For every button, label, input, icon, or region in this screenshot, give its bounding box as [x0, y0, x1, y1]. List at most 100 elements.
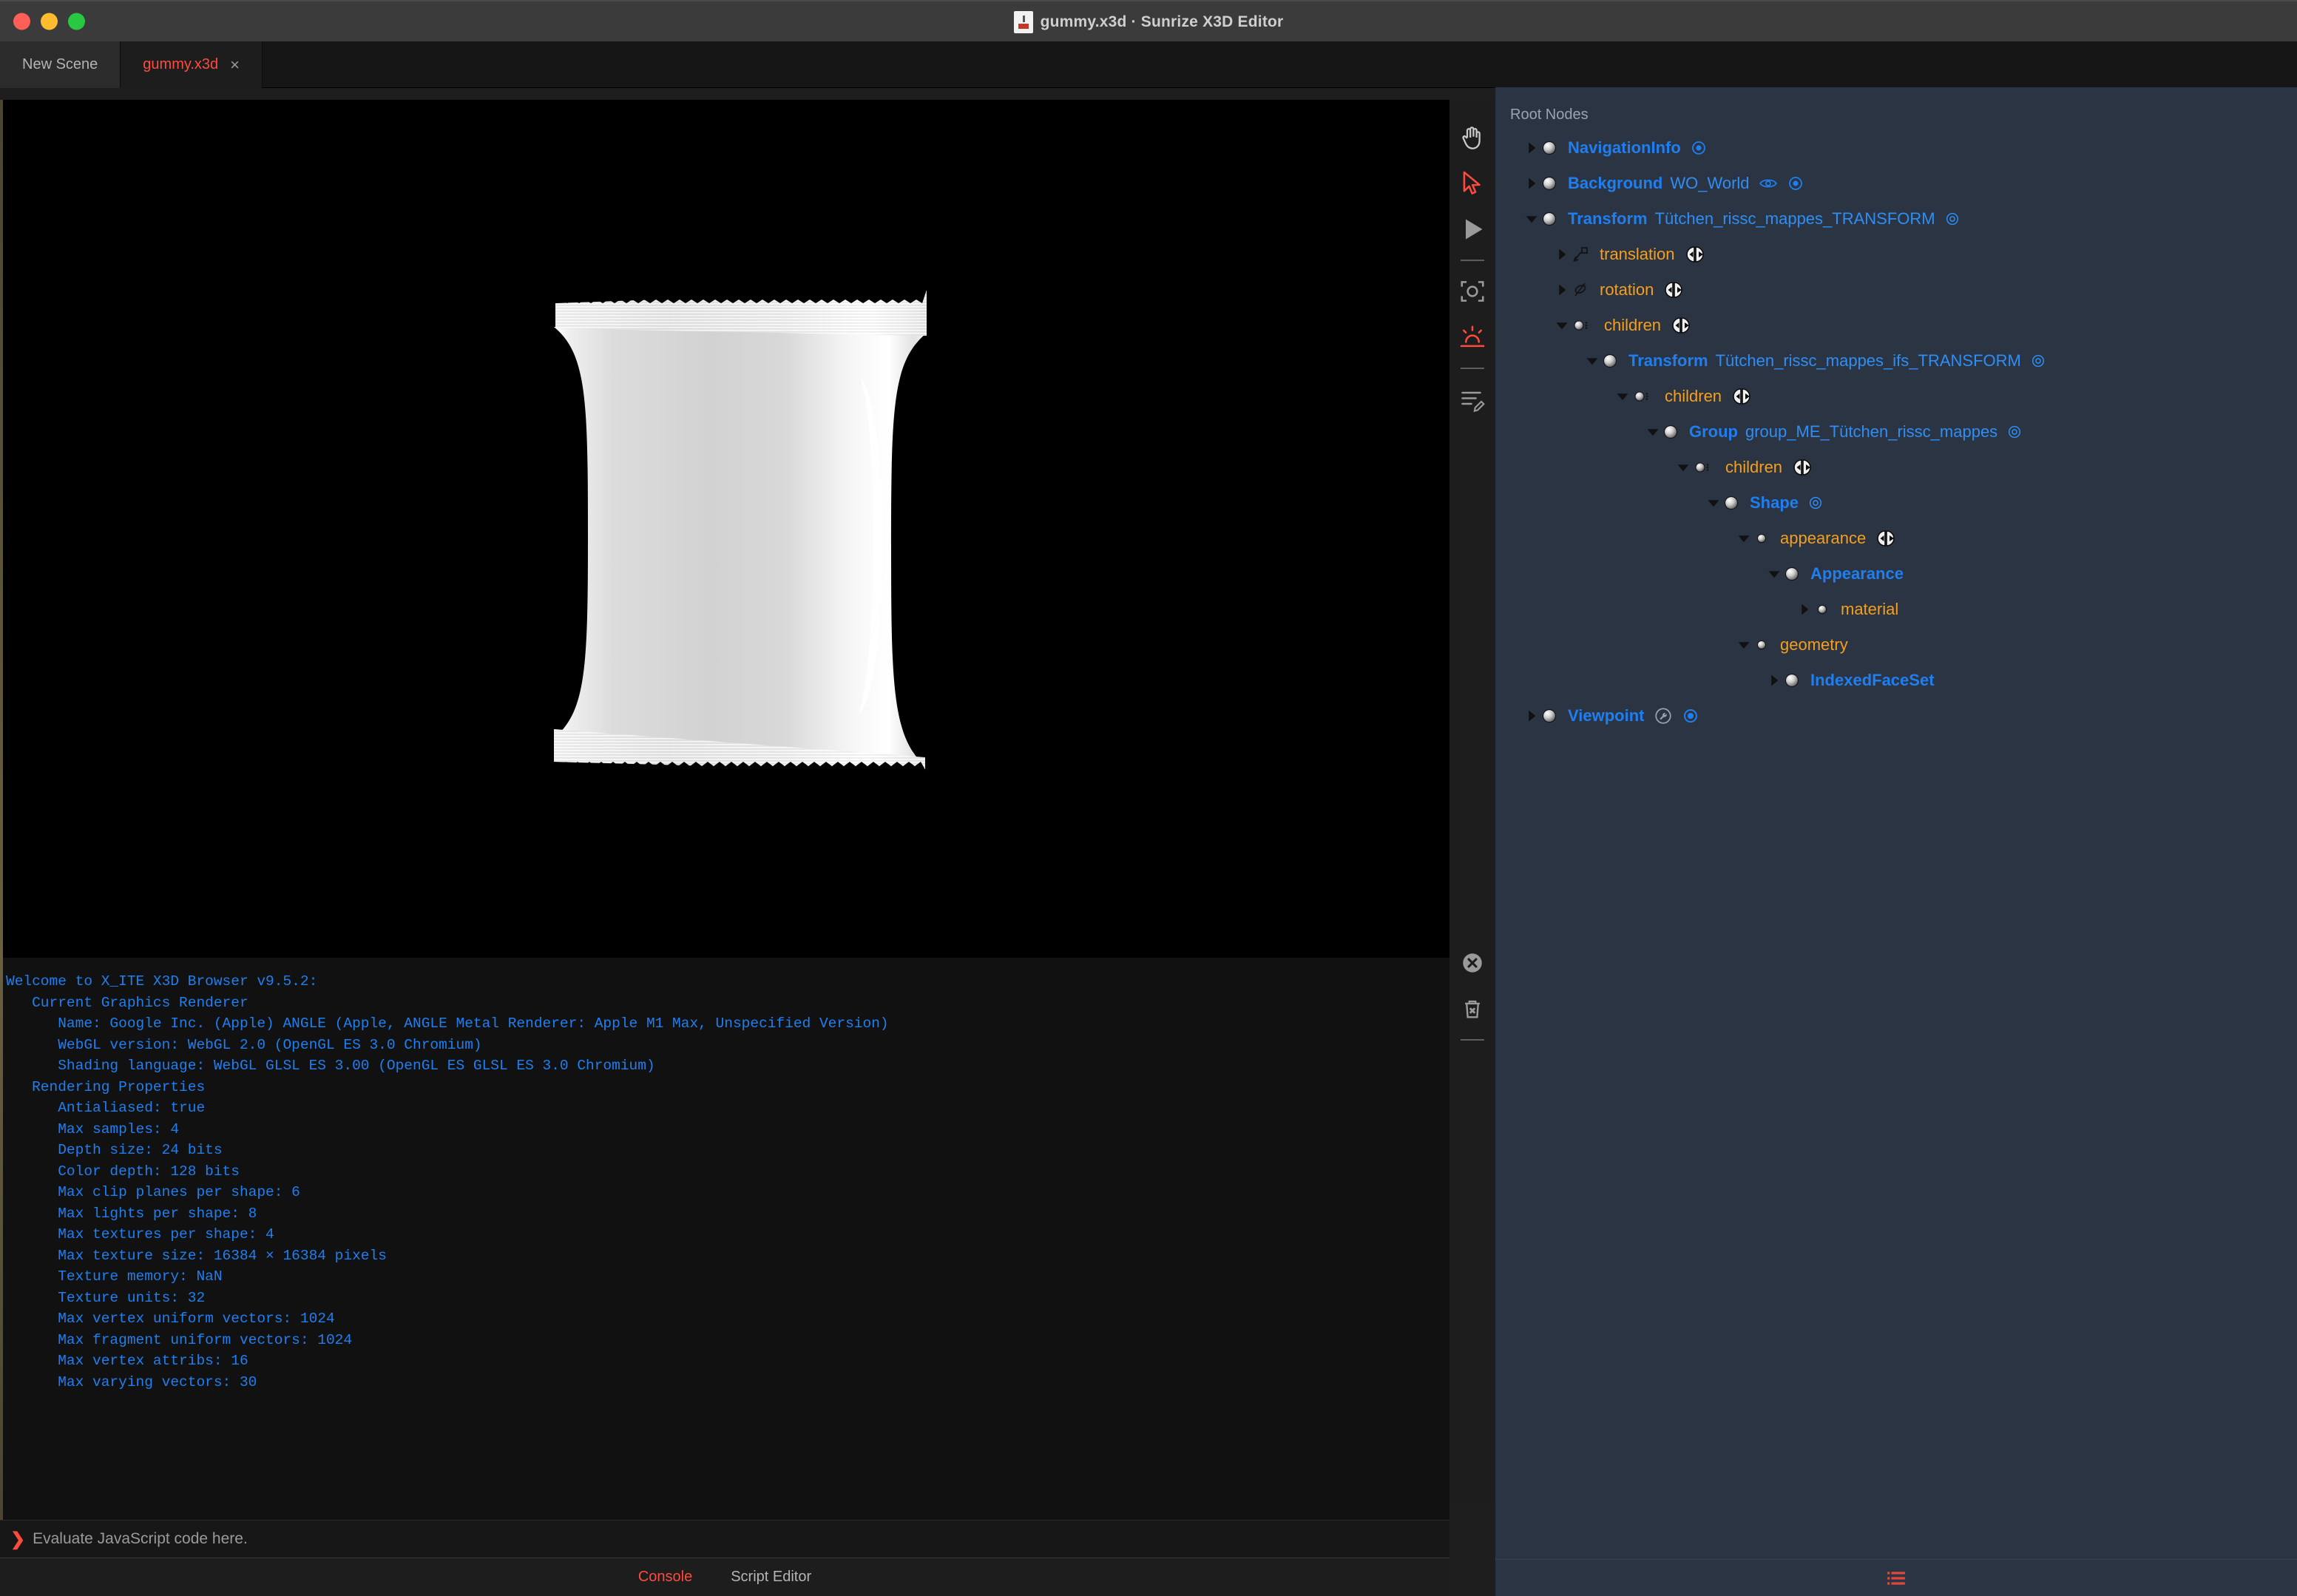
tab-new-scene[interactable]: New Scene: [0, 41, 121, 88]
tree-row[interactable]: IndexedFaceSet: [1495, 663, 2297, 698]
field-vector-icon: [1572, 246, 1589, 263]
chevron-down-icon[interactable]: [1734, 638, 1753, 652]
tree-row[interactable]: Appearance: [1495, 556, 2297, 592]
eye-icon[interactable]: [1759, 175, 1778, 192]
sunrise-light-tool-icon[interactable]: [1452, 314, 1492, 360]
tree-row[interactable]: children: [1495, 308, 2297, 343]
console-output[interactable]: Welcome to X_ITE X3D Browser v9.5.2: Cur…: [0, 958, 1449, 1520]
field-sfnode-icon: [1753, 530, 1770, 547]
tree-row[interactable]: Group group_ME_Tütchen_rissc_mappes: [1495, 414, 2297, 450]
tree-row[interactable]: Shape: [1495, 485, 2297, 521]
play-tool-icon[interactable]: [1452, 206, 1492, 252]
field-mfnode-icon: [1632, 388, 1654, 405]
chevron-right-icon[interactable]: [1522, 177, 1541, 190]
chevron-right-icon[interactable]: [1552, 248, 1572, 261]
viewpoint-camera-tool-icon[interactable]: [1452, 268, 1492, 314]
chevron-down-icon[interactable]: [1765, 567, 1784, 581]
chevron-right-icon[interactable]: [1522, 141, 1541, 155]
chevron-down-icon[interactable]: [1674, 461, 1693, 474]
chevron-down-icon[interactable]: [1552, 319, 1572, 332]
tree-row[interactable]: Transform Tütchen_rissc_mappes_ifs_TRANSF…: [1495, 343, 2297, 379]
node-sphere-icon: [1723, 495, 1739, 511]
rail-divider: [1461, 1039, 1484, 1041]
eye-outline-icon[interactable]: [2030, 353, 2046, 369]
node-sphere-icon: [1541, 211, 1557, 227]
tree-row[interactable]: translation: [1495, 237, 2297, 272]
route-icon[interactable]: [1684, 246, 1709, 263]
tree-row[interactable]: Viewpoint: [1495, 698, 2297, 734]
route-icon[interactable]: [1731, 388, 1756, 405]
x3d-file-icon: [1013, 11, 1033, 33]
clear-console-button[interactable]: [1452, 940, 1492, 986]
list-view-icon[interactable]: [1885, 1569, 1907, 1588]
close-icon[interactable]: ×: [230, 56, 240, 73]
bind-radio-icon[interactable]: [1690, 139, 1708, 157]
node-type-label: Shape: [1750, 493, 1799, 512]
field-mfnode-icon: [1693, 459, 1715, 476]
tree-row[interactable]: material: [1495, 592, 2297, 627]
node-def-name: WO_World: [1670, 174, 1750, 192]
tree-row[interactable]: appearance: [1495, 521, 2297, 556]
chevron-down-icon[interactable]: [1522, 212, 1541, 226]
tab-gummy-x3d[interactable]: gummy.x3d ×: [121, 41, 263, 88]
node-type-label: Background: [1568, 174, 1663, 192]
bind-radio-icon[interactable]: [1787, 175, 1804, 192]
tree-row[interactable]: Transform Tütchen_rissc_mappes_TRANSFORM: [1495, 201, 2297, 237]
delete-trash-button[interactable]: [1452, 986, 1492, 1032]
tree-row[interactable]: geometry: [1495, 627, 2297, 663]
select-arrow-tool-icon[interactable]: [1452, 160, 1492, 206]
node-type-label: NavigationInfo: [1568, 138, 1681, 157]
window-title: gummy.x3d · Sunrize X3D Editor: [1040, 13, 1284, 30]
chevron-right-icon[interactable]: [1795, 603, 1814, 616]
field-name-label: appearance: [1780, 529, 1867, 547]
viewport-3d[interactable]: [0, 100, 1449, 958]
bind-radio-filled-icon[interactable]: [1682, 707, 1699, 725]
node-sphere-icon: [1541, 140, 1557, 156]
field-name-label: children: [1725, 458, 1783, 476]
eye-outline-icon[interactable]: [1944, 211, 1961, 227]
chevron-down-icon[interactable]: [1704, 496, 1723, 510]
chevron-down-icon[interactable]: [1583, 354, 1602, 368]
field-rotation-icon: [1572, 281, 1589, 299]
chevron-right-icon[interactable]: [1765, 674, 1784, 687]
route-icon[interactable]: [1875, 530, 1900, 547]
tree-row[interactable]: children: [1495, 379, 2297, 414]
node-type-label: Transform: [1568, 209, 1648, 228]
hand-tool-icon[interactable]: [1452, 115, 1492, 160]
eye-outline-icon[interactable]: [1807, 495, 1824, 511]
outliner-panel[interactable]: Root Nodes NavigationInfo Background WO_W…: [1495, 87, 2297, 1559]
tree-row[interactable]: children: [1495, 450, 2297, 485]
tree-row[interactable]: Background WO_World: [1495, 166, 2297, 201]
tab-console[interactable]: Console: [638, 1569, 692, 1586]
wrench-icon[interactable]: [1654, 706, 1673, 726]
node-sphere-icon: [1602, 353, 1618, 369]
route-icon[interactable]: [1662, 281, 1688, 299]
js-eval-bar[interactable]: ❯ Evaluate JavaScript code here.: [0, 1520, 1449, 1558]
tree-row[interactable]: rotation: [1495, 272, 2297, 308]
node-sphere-icon: [1784, 566, 1800, 582]
node-def-name: Tütchen_rissc_mappes_TRANSFORM: [1654, 209, 1935, 228]
chevron-down-icon[interactable]: [1643, 425, 1662, 439]
chevron-right-icon[interactable]: [1552, 283, 1572, 297]
tab-script-editor[interactable]: Script Editor: [731, 1569, 811, 1586]
js-eval-input[interactable]: Evaluate JavaScript code here.: [33, 1530, 248, 1548]
node-type-label: IndexedFaceSet: [1810, 671, 1935, 689]
tree-row[interactable]: NavigationInfo: [1495, 130, 2297, 166]
console-left-edge: [0, 958, 3, 1520]
route-icon[interactable]: [1670, 317, 1695, 334]
field-sfnode-icon: [1814, 601, 1830, 618]
title-bar: gummy.x3d · Sunrize X3D Editor: [0, 0, 2297, 41]
edit-script-tool-icon[interactable]: [1452, 376, 1492, 422]
viewport-left-edge: [0, 100, 3, 958]
chevron-down-icon[interactable]: [1613, 390, 1632, 403]
chevron-down-icon[interactable]: [1734, 532, 1753, 545]
route-icon[interactable]: [1791, 459, 1816, 476]
eye-outline-icon[interactable]: [2006, 424, 2023, 440]
bottom-status-bar: Console Script Editor: [0, 1558, 1449, 1596]
field-name-label: children: [1604, 316, 1662, 334]
node-sphere-icon: [1541, 708, 1557, 724]
chevron-right-icon[interactable]: [1522, 709, 1541, 723]
scene-tree[interactable]: NavigationInfo Background WO_World Transf…: [1495, 130, 2297, 734]
tab-bar: New Scene gummy.x3d ×: [0, 41, 2297, 88]
node-def-name: Tütchen_rissc_mappes_ifs_TRANSFORM: [1715, 351, 2021, 370]
